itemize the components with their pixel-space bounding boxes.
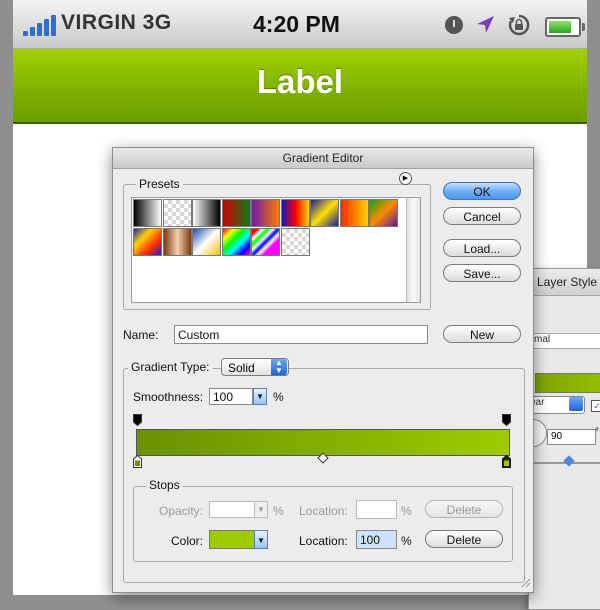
layer-style-title: Layer Style bbox=[537, 275, 598, 289]
gradient-type-label: Gradient Type: bbox=[128, 360, 213, 374]
ok-button[interactable]: OK bbox=[443, 182, 521, 200]
presets-menu-icon[interactable]: ▶ bbox=[399, 172, 412, 185]
preset-swatch[interactable] bbox=[251, 199, 280, 227]
preset-swatch[interactable] bbox=[221, 199, 251, 227]
color-location-unit: % bbox=[401, 534, 412, 548]
preset-swatch[interactable] bbox=[339, 199, 369, 227]
smoothness-unit: % bbox=[273, 390, 284, 404]
navigation-bar: Label bbox=[13, 49, 587, 124]
color-stop-left[interactable] bbox=[133, 455, 142, 468]
cancel-button[interactable]: Cancel bbox=[443, 207, 521, 225]
gradient-swatch[interactable] bbox=[535, 373, 600, 393]
signal-bars-icon bbox=[23, 14, 61, 36]
opacity-dropdown-icon[interactable]: ▼ bbox=[254, 501, 268, 518]
smoothness-dropdown-icon[interactable]: ▼ bbox=[253, 388, 267, 405]
carrier-label: VIRGIN 3G bbox=[61, 11, 172, 34]
preset-swatch[interactable] bbox=[280, 199, 310, 227]
dialog-title[interactable]: Gradient Editor bbox=[113, 148, 533, 169]
preset-swatch[interactable] bbox=[251, 228, 280, 256]
preset-swatch[interactable] bbox=[310, 199, 339, 227]
save-button[interactable]: Save... bbox=[443, 264, 521, 282]
color-dropdown-icon[interactable]: ▼ bbox=[254, 530, 268, 549]
opacity-input[interactable] bbox=[209, 501, 255, 518]
gradient-editor-dialog: Gradient Editor Presets ▶ OK Cancel Load… bbox=[112, 147, 534, 593]
nav-title: Label bbox=[256, 63, 344, 100]
scale-slider-track[interactable] bbox=[525, 462, 600, 464]
name-input[interactable]: Custom bbox=[174, 325, 428, 344]
preset-swatch[interactable] bbox=[162, 199, 192, 227]
status-bar: VIRGIN 3G 4:20 PM bbox=[13, 0, 587, 49]
preset-swatch[interactable] bbox=[221, 228, 251, 256]
clock-icon bbox=[445, 16, 463, 34]
rotation-lock-icon bbox=[508, 14, 530, 36]
status-time: 4:20 PM bbox=[253, 11, 340, 37]
preset-swatch[interactable] bbox=[192, 199, 221, 227]
preset-swatch[interactable] bbox=[133, 199, 162, 227]
resize-grip-icon[interactable] bbox=[519, 576, 531, 588]
preset-swatch-grid bbox=[131, 197, 421, 303]
opacity-stop-left[interactable] bbox=[133, 414, 142, 426]
name-label: Name: bbox=[123, 328, 159, 342]
opacity-location-unit: % bbox=[401, 504, 412, 518]
scale-slider-thumb[interactable] bbox=[563, 455, 575, 467]
location-arrow-icon bbox=[477, 16, 494, 33]
opacity-location-input[interactable] bbox=[356, 500, 397, 519]
style-select-arrows-icon[interactable] bbox=[569, 397, 583, 411]
degree-symbol: ° bbox=[595, 427, 599, 438]
battery-icon bbox=[545, 17, 585, 37]
opacity-location-label: Location: bbox=[299, 504, 348, 518]
opacity-unit: % bbox=[273, 504, 284, 518]
preset-swatch[interactable] bbox=[369, 199, 398, 227]
opacity-delete-button[interactable]: Delete bbox=[425, 500, 503, 518]
stops-group: Stops bbox=[133, 478, 513, 562]
color-location-label: Location: bbox=[299, 534, 348, 548]
angle-input[interactable]: 90 bbox=[547, 429, 596, 445]
preset-swatch[interactable] bbox=[280, 228, 310, 256]
color-location-input[interactable]: 100 bbox=[356, 530, 397, 549]
preset-swatch[interactable] bbox=[162, 228, 192, 256]
blend-mode-select[interactable]: mal bbox=[533, 333, 600, 349]
layer-style-window: Layer Style mal ear ✓ 90 ° bbox=[519, 268, 600, 610]
preset-swatch[interactable] bbox=[133, 228, 162, 256]
preset-swatch[interactable] bbox=[192, 228, 221, 256]
load-button[interactable]: Load... bbox=[443, 239, 521, 257]
opacity-stop-right[interactable] bbox=[502, 414, 511, 426]
color-delete-button[interactable]: Delete bbox=[425, 530, 503, 548]
presets-legend: Presets bbox=[136, 177, 183, 191]
smoothness-input[interactable]: 100 bbox=[209, 388, 253, 405]
color-label: Color: bbox=[171, 534, 204, 548]
new-button[interactable]: New bbox=[443, 325, 521, 343]
opacity-label: Opacity: bbox=[159, 504, 204, 518]
layer-style-titlebar[interactable]: Layer Style bbox=[529, 269, 600, 296]
swatch-scrollbar[interactable] bbox=[406, 198, 420, 302]
color-stop-right[interactable] bbox=[502, 455, 511, 468]
stops-legend: Stops bbox=[146, 478, 183, 492]
smoothness-label: Smoothness: bbox=[133, 390, 204, 404]
select-arrows-icon[interactable]: ▲ ▼ bbox=[271, 359, 287, 375]
align-checkbox[interactable]: ✓ bbox=[591, 400, 600, 412]
